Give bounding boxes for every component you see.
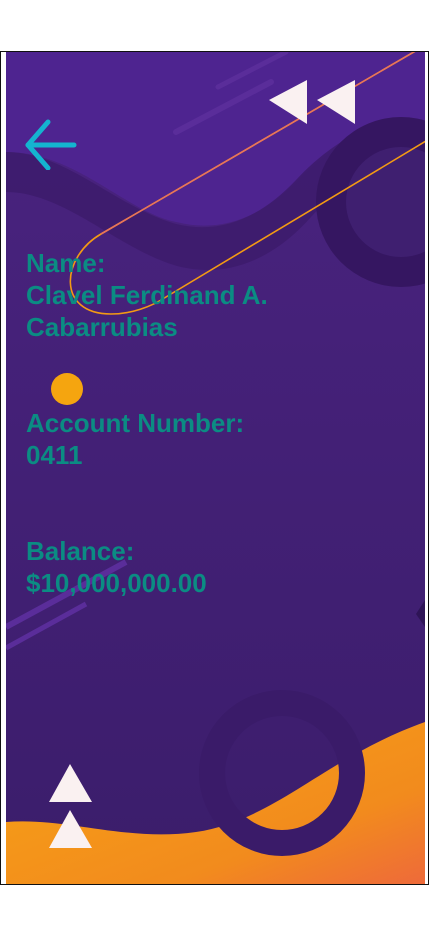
name-label: Name:: [26, 248, 106, 278]
account-number-block: Account Number: 0411: [26, 407, 244, 471]
name-value-line1: Clavel Ferdinand A.: [26, 280, 268, 310]
account-number-label: Account Number:: [26, 408, 245, 438]
balance-block: Balance: $10,000,000.00: [26, 535, 207, 599]
name-value-line2: Cabarrubias: [26, 312, 178, 342]
balance-label: Balance:: [26, 536, 135, 566]
back-button[interactable]: [22, 112, 80, 171]
balance-value: $10,000,000.00: [26, 568, 207, 598]
account-card: Name: Clavel Ferdinand A. Cabarrubias Ac…: [6, 52, 425, 884]
name-block: Name: Clavel Ferdinand A. Cabarrubias: [26, 247, 268, 343]
account-number-value: 0411: [26, 440, 83, 470]
phone-frame: Name: Clavel Ferdinand A. Cabarrubias Ac…: [0, 51, 429, 885]
arrow-left-icon: [25, 119, 77, 171]
